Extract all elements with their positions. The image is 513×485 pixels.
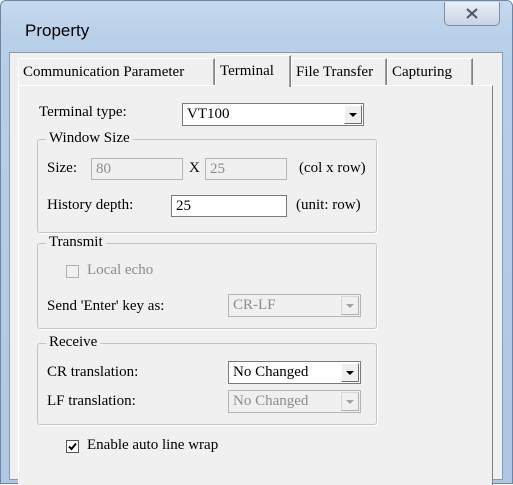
cr-translation-label: CR translation: — [47, 364, 139, 380]
close-icon — [466, 8, 478, 19]
send-enter-dropdown-arrow[interactable] — [341, 296, 359, 315]
checkmark-icon — [68, 442, 77, 451]
send-enter-select[interactable]: CR-LF — [228, 294, 361, 317]
cr-translation-dropdown-arrow[interactable] — [341, 363, 359, 382]
send-enter-value: CR-LF — [233, 297, 276, 313]
history-depth-input[interactable]: 25 — [171, 195, 287, 217]
local-echo-label: Local echo — [87, 262, 154, 278]
window-size-legend: Window Size — [46, 130, 133, 147]
close-button[interactable] — [444, 2, 500, 26]
tab-communication-parameter[interactable]: Communication Parameter — [18, 58, 215, 85]
lf-translation-dropdown-arrow[interactable] — [341, 392, 359, 411]
cr-translation-value: No Changed — [233, 364, 309, 380]
tab-file-transfer[interactable]: File Transfer — [291, 58, 387, 85]
send-enter-label: Send 'Enter' key as: — [47, 298, 165, 314]
history-depth-label: History depth: — [47, 197, 134, 213]
size-x-label: X — [189, 160, 200, 176]
lf-translation-value: No Changed — [233, 393, 309, 409]
history-unit-label: (unit: row) — [296, 197, 361, 213]
size-label: Size: — [47, 160, 77, 176]
chevron-down-icon — [346, 303, 354, 308]
chevron-down-icon — [346, 370, 354, 375]
size-unit-label: (col x row) — [299, 160, 366, 176]
lf-translation-select[interactable]: No Changed — [228, 390, 361, 413]
auto-line-wrap-label: Enable auto line wrap — [87, 437, 219, 453]
tab-capturing[interactable]: Capturing — [387, 58, 473, 85]
cr-translation-select[interactable]: No Changed — [228, 361, 361, 384]
local-echo-checkbox[interactable] — [66, 265, 79, 278]
window-size-group: Window Size — [37, 130, 377, 233]
size-cols-input[interactable]: 80 — [91, 158, 183, 180]
size-rows-input[interactable]: 25 — [205, 158, 287, 180]
window-title: Property — [25, 21, 90, 40]
terminal-type-dropdown-arrow[interactable] — [344, 105, 362, 124]
chevron-down-icon — [346, 399, 354, 404]
terminal-type-label: Terminal type: — [39, 104, 127, 120]
terminal-type-value: VT100 — [187, 106, 230, 122]
transmit-legend: Transmit — [46, 234, 106, 251]
lf-translation-label: LF translation: — [47, 393, 136, 409]
chevron-down-icon — [349, 112, 357, 117]
tab-terminal[interactable]: Terminal — [215, 55, 291, 87]
terminal-type-select[interactable]: VT100 — [182, 103, 364, 126]
receive-legend: Receive — [46, 334, 101, 351]
auto-line-wrap-checkbox[interactable] — [66, 440, 79, 453]
